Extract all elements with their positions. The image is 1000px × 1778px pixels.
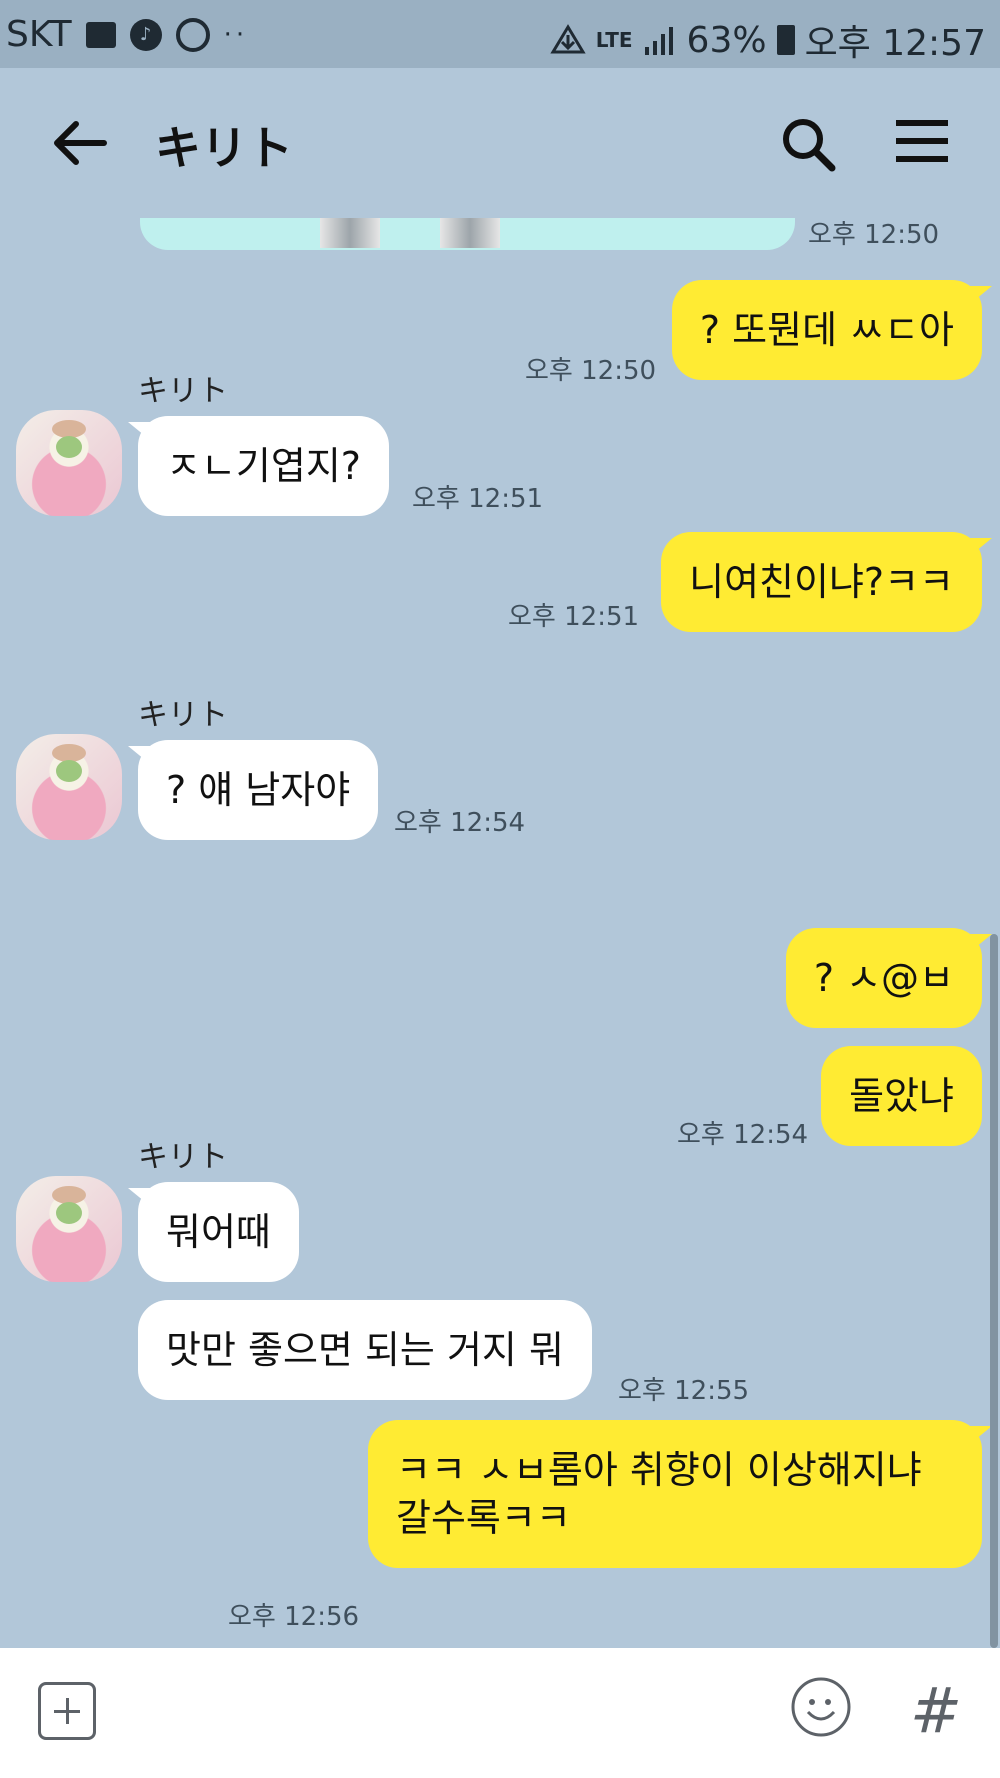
message-time: 오후 12:56 bbox=[228, 1602, 360, 1632]
menu-icon[interactable] bbox=[896, 118, 948, 164]
avatar[interactable] bbox=[16, 1176, 122, 1282]
avatar[interactable] bbox=[16, 410, 122, 516]
battery-percent: 63% bbox=[686, 19, 767, 61]
other-message-bubble[interactable]: ? 얘 남자야 bbox=[127, 740, 379, 840]
search-icon[interactable] bbox=[780, 116, 836, 172]
input-bar: # bbox=[0, 1648, 1000, 1778]
other-message-bubble[interactable]: 맛만 좋으면 되는 거지 뭐 bbox=[138, 1300, 592, 1400]
back-arrow-icon[interactable] bbox=[50, 118, 110, 168]
sender-name: キリト bbox=[138, 1140, 228, 1175]
status-bar: SKT ♪ ·· LTE 63% 오후 12:57 bbox=[0, 0, 1000, 68]
emoji-icon[interactable] bbox=[790, 1676, 852, 1738]
message-time: 오후 12:55 bbox=[618, 1376, 750, 1406]
other-message-bubble[interactable]: 뭐어때 bbox=[128, 1182, 299, 1282]
my-message-bubble[interactable]: ? ㅅ@ㅂ bbox=[785, 928, 993, 1028]
message-time: 오후 12:51 bbox=[412, 484, 544, 514]
scrollbar[interactable] bbox=[990, 934, 998, 1648]
gallery-icon bbox=[85, 21, 116, 48]
hashtag-button[interactable]: # bbox=[910, 1674, 962, 1747]
chat-area[interactable]: 오후 12:50 ? 또뭔데 ㅆㄷ아 오후 12:50 キリト ㅈㄴ기엽지? 오… bbox=[0, 218, 1000, 1648]
data-saver-icon bbox=[550, 24, 586, 54]
shared-image-message[interactable] bbox=[140, 218, 795, 250]
status-time: 오후 12:57 bbox=[804, 23, 986, 64]
more-dots-icon: ·· bbox=[223, 19, 249, 50]
my-message-bubble[interactable]: ㅋㅋ ㅅㅂ롬아 취향이 이상해지냐 갈수록ㅋㅋ bbox=[368, 1420, 992, 1568]
message-time: 오후 12:54 bbox=[677, 1120, 809, 1150]
carrier-label: SKT bbox=[6, 14, 72, 55]
other-message-bubble[interactable]: ㅈㄴ기엽지? bbox=[128, 416, 389, 516]
sender-name: キリト bbox=[138, 698, 228, 733]
message-time: 오후 12:50 bbox=[525, 356, 657, 386]
avatar[interactable] bbox=[16, 734, 122, 840]
signal-icon bbox=[644, 27, 673, 55]
sender-name: キリト bbox=[138, 374, 228, 409]
lte-icon: LTE bbox=[595, 28, 633, 52]
battery-icon bbox=[776, 25, 795, 55]
message-time: 오후 12:51 bbox=[508, 602, 640, 632]
my-message-bubble[interactable]: ? 또뭔데 ㅆㄷ아 bbox=[671, 280, 993, 380]
my-message-bubble[interactable]: 돌았냐 bbox=[821, 1046, 982, 1146]
plus-icon[interactable] bbox=[38, 1682, 96, 1740]
message-time: 오후 12:50 bbox=[808, 220, 940, 250]
music-icon: ♪ bbox=[129, 18, 162, 51]
sync-icon bbox=[175, 17, 210, 52]
my-message-bubble[interactable]: 니여친이냐?ㅋㅋ bbox=[661, 532, 992, 632]
chat-header: キリト bbox=[0, 68, 1000, 218]
message-time: 오후 12:54 bbox=[394, 808, 526, 838]
chat-title: キリト bbox=[155, 121, 293, 175]
